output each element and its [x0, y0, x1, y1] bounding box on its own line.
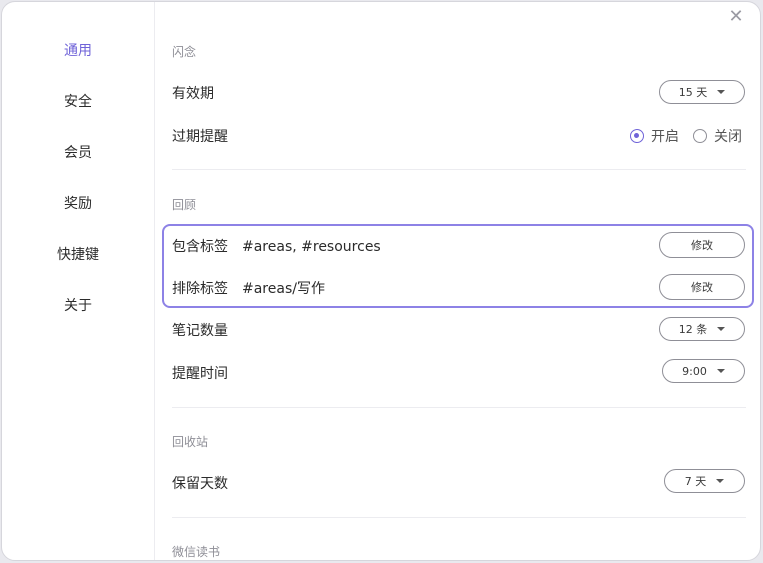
note-count-value: 12 条	[678, 323, 708, 336]
divider	[172, 407, 746, 408]
exclude-tags-label: 排除标签	[172, 281, 228, 297]
section-title-flash: 闪念	[172, 45, 197, 59]
reminder-radio-group: 开启 关闭	[630, 126, 742, 146]
sidebar-item-rewards[interactable]: 奖励	[2, 193, 154, 213]
sidebar-item-general[interactable]: 通用	[2, 40, 154, 60]
sidebar-item-shortcuts[interactable]: 快捷键	[2, 244, 154, 264]
note-count-dropdown[interactable]: 12 条	[659, 317, 745, 341]
radio-checked-icon	[630, 129, 644, 143]
section-title-review: 回顾	[172, 198, 197, 212]
divider	[172, 169, 746, 170]
validity-label: 有效期	[172, 86, 214, 102]
edit-include-tags-button[interactable]: 修改	[659, 232, 745, 258]
validity-value: 15 天	[678, 86, 708, 99]
chevron-down-icon	[716, 369, 725, 373]
section-title-trash: 回收站	[172, 435, 209, 449]
settings-content: 闪念 有效期 15 天 过期提醒 开启 关闭 回顾 包含标签 #areas, #r…	[154, 2, 760, 560]
include-tags-label: 包含标签	[172, 239, 228, 255]
section-title-weread: 微信读书	[172, 545, 221, 559]
note-count-label: 笔记数量	[172, 323, 228, 339]
include-tags-row: 包含标签 #areas, #resources	[172, 236, 381, 256]
reminder-time-label: 提醒时间	[172, 366, 228, 382]
chevron-down-icon	[716, 479, 725, 483]
exclude-tags-value: #areas/写作	[242, 281, 325, 297]
settings-sidebar: 通用 安全 会员 奖励 快捷键 关于	[2, 2, 155, 560]
reminder-label: 过期提醒	[172, 129, 228, 145]
validity-dropdown[interactable]: 15 天	[659, 80, 745, 104]
sidebar-item-about[interactable]: 关于	[2, 295, 154, 315]
reminder-time-dropdown[interactable]: 9:00	[662, 359, 745, 383]
sidebar-item-membership[interactable]: 会员	[2, 142, 154, 162]
chevron-down-icon	[717, 90, 726, 94]
reminder-off-radio[interactable]: 关闭	[693, 126, 742, 146]
settings-window: 通用 安全 会员 奖励 快捷键 关于 ✕ 闪念 有效期 15 天 过期提醒 开启…	[1, 1, 761, 561]
reminder-off-label: 关闭	[714, 129, 742, 145]
reminder-time-value: 9:00	[682, 364, 707, 378]
edit-exclude-tags-button[interactable]: 修改	[659, 274, 745, 300]
reminder-on-label: 开启	[651, 129, 679, 145]
retention-days-label: 保留天数	[172, 476, 228, 492]
include-tags-value: #areas, #resources	[242, 239, 381, 255]
divider	[172, 517, 746, 518]
exclude-tags-row: 排除标签 #areas/写作	[172, 278, 325, 298]
retention-days-value: 7 天	[684, 475, 707, 488]
sidebar-item-security[interactable]: 安全	[2, 91, 154, 111]
radio-unchecked-icon	[693, 129, 707, 143]
reminder-on-radio[interactable]: 开启	[630, 126, 679, 146]
retention-days-dropdown[interactable]: 7 天	[664, 469, 745, 493]
chevron-down-icon	[717, 327, 726, 331]
